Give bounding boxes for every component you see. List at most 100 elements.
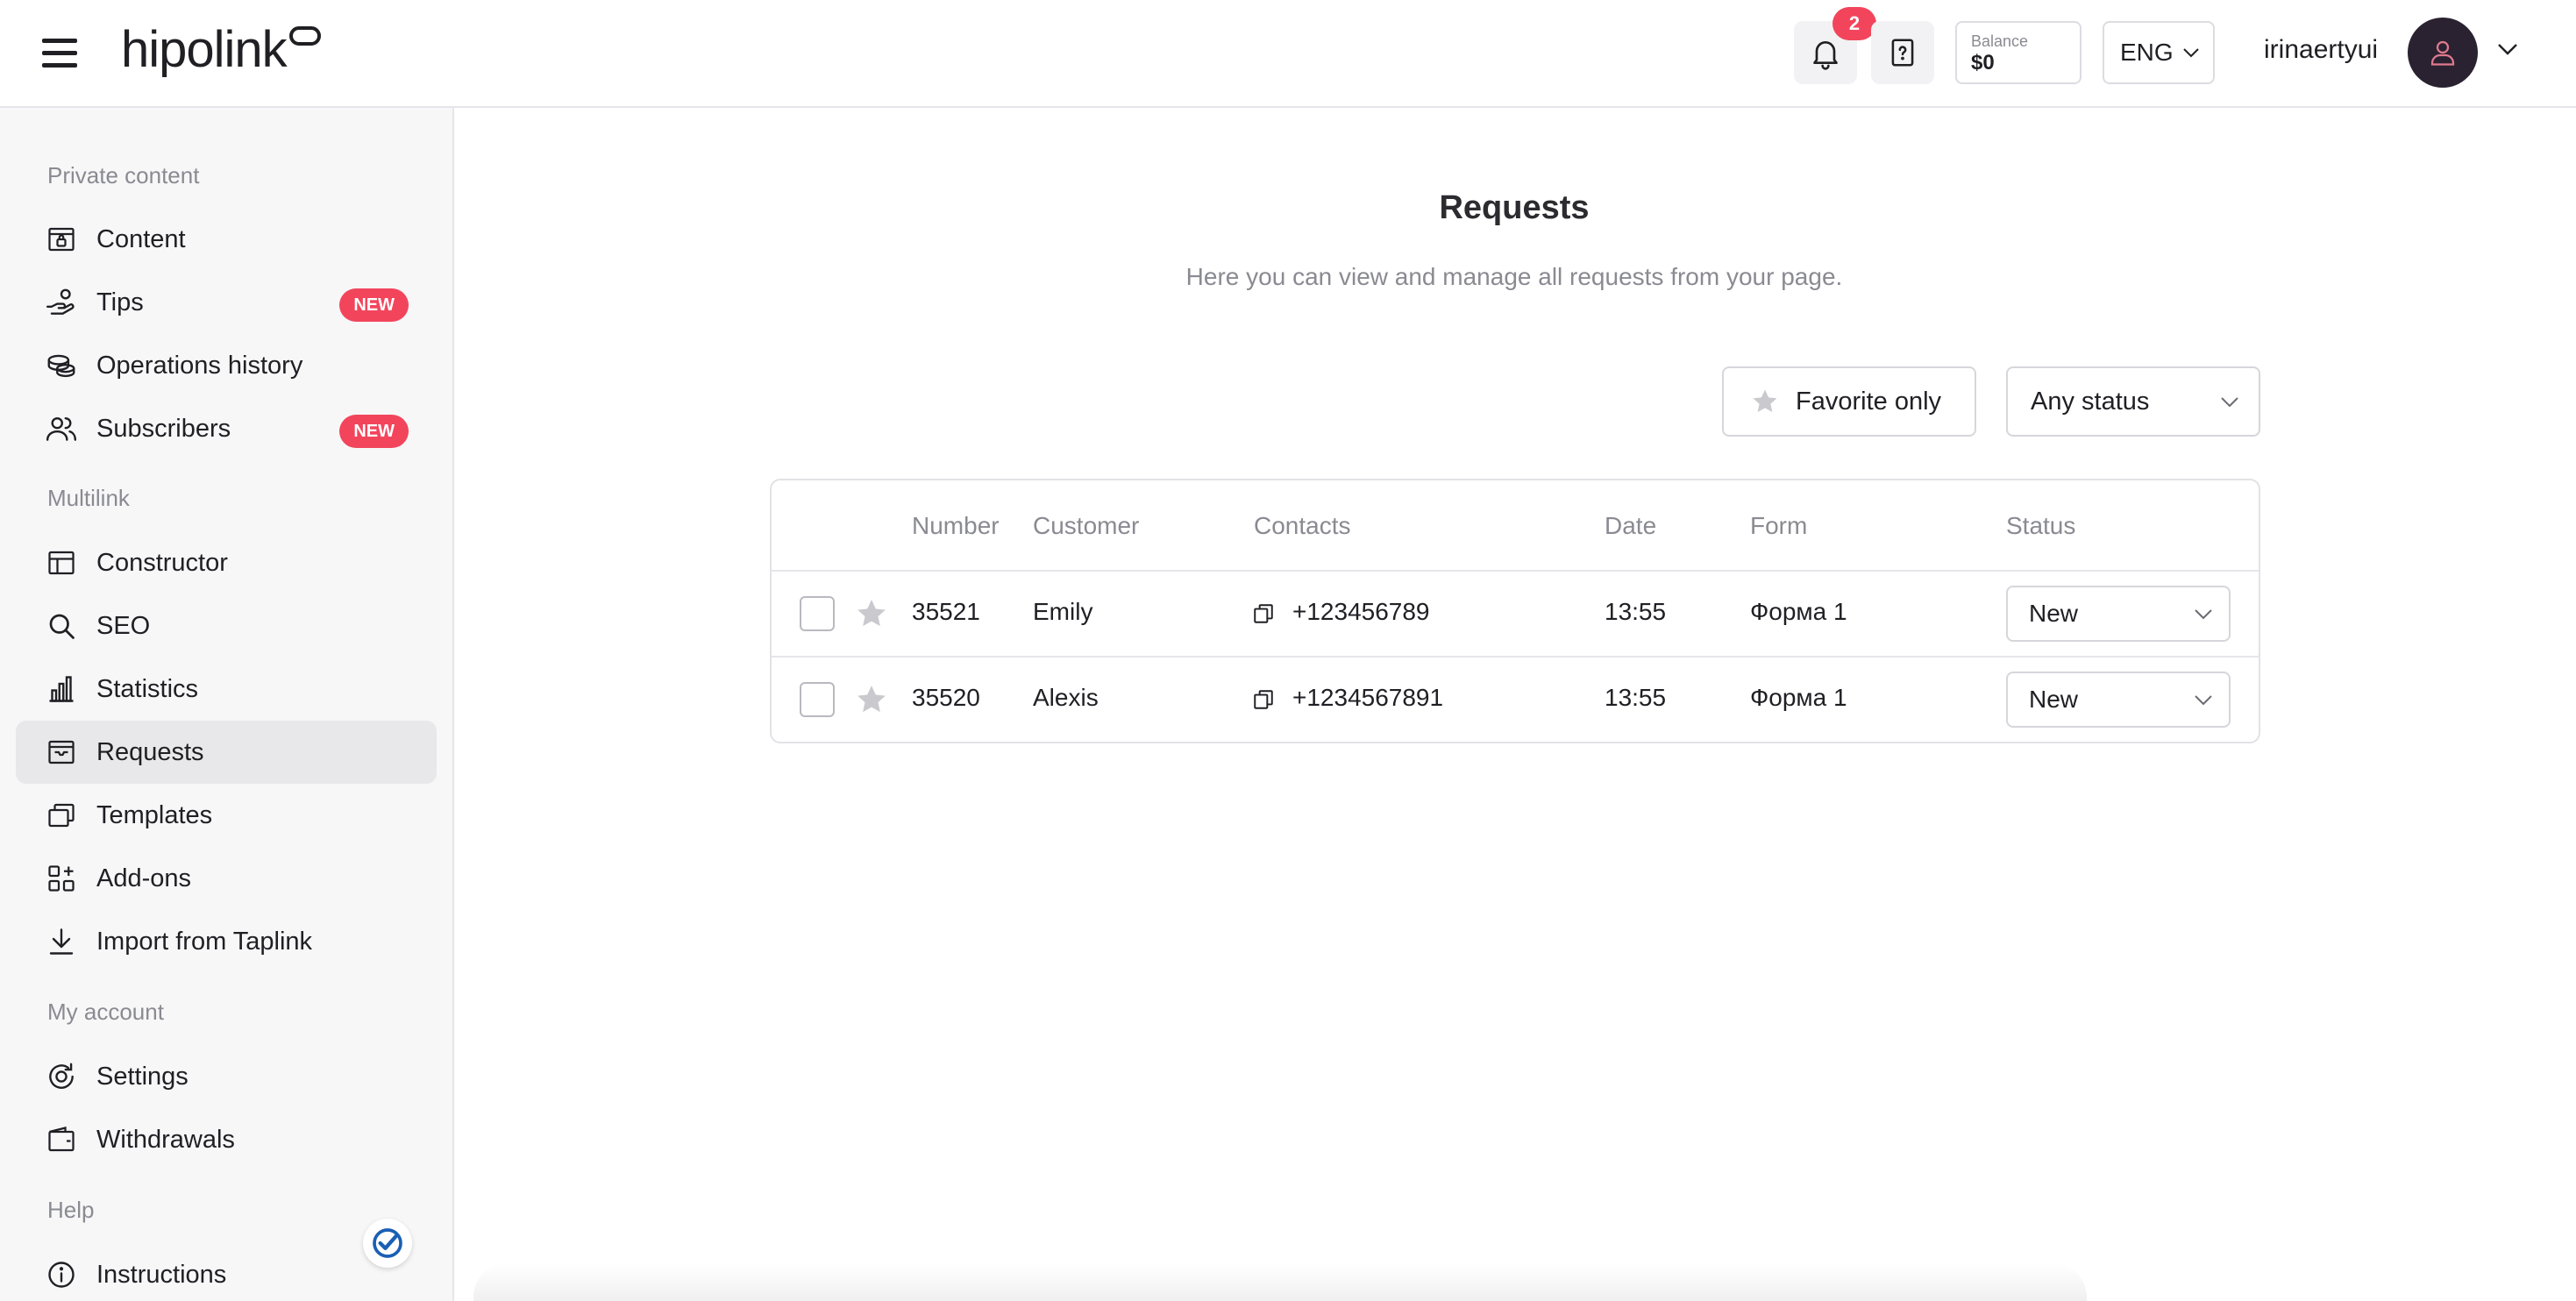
notification-count-badge: 2 — [1832, 7, 1876, 40]
sidebar-item-requests[interactable]: Requests — [16, 721, 437, 784]
menu-icon[interactable] — [42, 37, 81, 68]
form-name: Форма 1 — [1750, 684, 1847, 711]
chevron-down-icon — [2182, 48, 2199, 58]
page-title: Requests — [1439, 189, 1590, 226]
copy-icon[interactable] — [1252, 687, 1275, 712]
download-icon — [44, 924, 79, 959]
contact-phone: +123456789 — [1292, 598, 1430, 625]
sidebar-item-settings[interactable]: Settings — [16, 1045, 437, 1108]
sidebar-item-label: Withdrawals — [96, 1125, 235, 1154]
verified-check-icon[interactable] — [363, 1219, 412, 1268]
sidebar: Private content Content Tips NEW Operati… — [0, 108, 454, 1301]
layout-icon — [44, 545, 79, 580]
templates-icon — [44, 798, 79, 833]
sidebar-item-statistics[interactable]: Statistics — [16, 658, 437, 721]
section-title-multilink: Multilink — [47, 485, 130, 511]
request-number: 35520 — [912, 684, 980, 711]
column-header-number[interactable]: Number — [912, 512, 1000, 540]
balance-label: Balance — [1971, 32, 2029, 50]
row-checkbox[interactable] — [800, 682, 835, 717]
status-filter-select[interactable]: Any status — [2006, 366, 2260, 437]
status-filter-value: Any status — [2031, 387, 2150, 416]
sidebar-item-constructor[interactable]: Constructor — [16, 531, 437, 594]
sidebar-item-label: Import from Taplink — [96, 927, 313, 956]
favorite-only-button[interactable]: Favorite only — [1722, 366, 1976, 437]
section-title-my-account: My account — [47, 999, 164, 1025]
sidebar-item-templates[interactable]: Templates — [16, 784, 437, 847]
favorite-only-label: Favorite only — [1796, 387, 1942, 416]
sidebar-item-import-from-taplink[interactable]: Import from Taplink — [16, 910, 437, 973]
wallet-icon — [44, 1122, 79, 1157]
coins-icon — [44, 348, 79, 383]
balance-widget[interactable]: Balance $0 — [1955, 21, 2081, 84]
sidebar-item-seo[interactable]: SEO — [16, 594, 437, 658]
sidebar-item-withdrawals[interactable]: Withdrawals — [16, 1108, 437, 1171]
table-row[interactable]: 35521 Emily +123456789 13:55 Форма 1 New — [772, 570, 2259, 656]
row-status-value: New — [2029, 600, 2079, 627]
sidebar-item-tips[interactable]: Tips NEW — [16, 271, 437, 334]
row-status-select[interactable]: New — [2006, 586, 2231, 642]
contact-phone: +1234567891 — [1292, 684, 1444, 711]
sidebar-item-label: Settings — [96, 1062, 189, 1091]
sidebar-item-subscribers[interactable]: Subscribers NEW — [16, 397, 437, 460]
search-icon — [44, 608, 79, 643]
sidebar-item-label: Requests — [96, 737, 204, 766]
column-header-form[interactable]: Form — [1750, 512, 1807, 540]
sidebar-item-add-ons[interactable]: Add-ons — [16, 847, 437, 910]
chevron-down-icon — [2195, 609, 2212, 620]
column-header-date[interactable]: Date — [1605, 512, 1656, 540]
top-header: hipolink 2 Balance $0 ENG irinaertyui — [0, 0, 2576, 108]
sidebar-item-label: SEO — [96, 611, 151, 640]
chevron-down-icon — [2195, 695, 2212, 706]
page-subtitle: Here you can view and manage all request… — [1185, 263, 1843, 290]
username[interactable]: irinaertyui — [2264, 35, 2378, 65]
tips-hand-icon — [44, 285, 79, 320]
help-button[interactable] — [1871, 21, 1934, 84]
customer-name: Emily — [1033, 598, 1093, 625]
avatar[interactable] — [2408, 18, 2478, 88]
new-badge: NEW — [339, 415, 409, 448]
request-date: 13:55 — [1605, 684, 1667, 711]
grid-plus-icon — [44, 861, 79, 896]
inbox-icon — [44, 735, 79, 770]
table-row[interactable]: 35520 Alexis +1234567891 13:55 Форма 1 N… — [772, 656, 2259, 742]
bell-icon — [1813, 41, 1838, 70]
sidebar-item-content[interactable]: Content — [16, 208, 437, 271]
bar-chart-icon — [44, 672, 79, 707]
request-date: 13:55 — [1605, 598, 1667, 625]
row-checkbox[interactable] — [800, 596, 835, 631]
column-header-contacts[interactable]: Contacts — [1254, 512, 1351, 540]
sidebar-item-label: Templates — [96, 800, 213, 829]
sidebar-item-label: Instructions — [96, 1260, 227, 1289]
column-header-customer[interactable]: Customer — [1033, 512, 1139, 540]
sidebar-item-label: Subscribers — [96, 414, 231, 443]
row-status-select[interactable]: New — [2006, 672, 2231, 728]
sidebar-item-label: Operations history — [96, 351, 303, 380]
user-icon — [2430, 40, 2455, 66]
sidebar-item-label: Statistics — [96, 674, 199, 703]
form-name: Форма 1 — [1750, 598, 1847, 625]
sidebar-item-label: Content — [96, 224, 186, 253]
sidebar-item-label: Tips — [96, 288, 144, 316]
content-icon — [44, 222, 79, 257]
settings-icon — [44, 1059, 79, 1094]
bottom-panel-shadow — [473, 1262, 2087, 1301]
help-book-icon — [1891, 39, 1914, 67]
logo[interactable]: hipolink — [121, 19, 288, 81]
requests-table: Number Customer Contacts Date Form Statu… — [770, 479, 2260, 743]
sidebar-item-operations-history[interactable]: Operations history — [16, 334, 437, 397]
section-title-help: Help — [47, 1197, 95, 1223]
request-number: 35521 — [912, 598, 980, 625]
sidebar-item-label: Add-ons — [96, 864, 192, 892]
section-title-private-content: Private content — [47, 162, 200, 188]
copy-icon[interactable] — [1252, 601, 1275, 626]
language-select[interactable]: ENG — [2103, 21, 2215, 84]
column-header-status[interactable]: Status — [2006, 512, 2075, 540]
star-icon[interactable] — [854, 682, 889, 717]
user-menu-chevron-down-icon[interactable] — [2497, 42, 2518, 56]
sidebar-item-label: Constructor — [96, 548, 228, 577]
chevron-down-icon — [2221, 397, 2238, 408]
customer-name: Alexis — [1033, 684, 1099, 711]
star-icon[interactable] — [854, 596, 889, 631]
row-status-value: New — [2029, 686, 2079, 713]
